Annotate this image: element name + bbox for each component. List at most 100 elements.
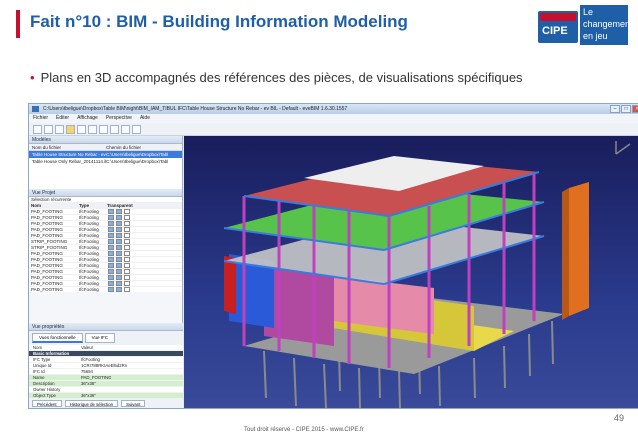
tree-row-type: IfcFooting [79,269,99,274]
visibility-checkbox[interactable] [108,263,114,268]
visibility-checkbox[interactable] [108,287,114,292]
building-model[interactable] [184,136,638,408]
visibility-checkbox[interactable] [124,281,130,286]
prop-value: 36"x36" [81,393,96,398]
visibility-checkbox[interactable] [116,239,122,244]
files-header-row: Nom du fichier Chemin du fichier [29,144,182,151]
tree-row-name: PAD_FOOTING [31,263,63,268]
visibility-checkbox[interactable] [124,227,130,232]
visibility-checkbox[interactable] [124,239,130,244]
measure-icon[interactable] [121,124,130,134]
visibility-checkbox[interactable] [108,251,114,256]
orange-core-side [562,188,569,320]
visibility-checkbox[interactable] [124,269,130,274]
orange-core [569,182,589,316]
minimize-button[interactable]: – [610,105,620,113]
visibility-checkbox[interactable] [124,257,130,262]
visibility-checkbox[interactable] [116,233,122,238]
visibility-checkbox[interactable] [108,215,114,220]
tree-row-name: PAD_FOOTING [31,251,63,256]
select-icon[interactable] [66,124,75,134]
files-column-header[interactable]: Nom du fichier [32,144,106,150]
files-list: Nom du fichier Chemin du fichier Table Hou… [29,144,182,189]
visibility-checkbox[interactable] [108,209,114,214]
props-footer-button[interactable]: Précédent [32,400,62,407]
visibility-checkbox[interactable] [116,275,122,280]
tree-row-type: IfcFooting [79,215,99,220]
menu-item[interactable]: Affichage [77,114,98,123]
menu-item[interactable]: Éditer [56,114,69,123]
tree-row-type: IfcFooting [79,227,99,232]
section-icon[interactable] [110,124,119,134]
visibility-checkbox[interactable] [124,233,130,238]
visibility-checkbox[interactable] [116,257,122,262]
visibility-checkbox[interactable] [124,263,130,268]
visibility-checkbox[interactable] [108,227,114,232]
open-icon[interactable] [33,124,42,134]
tree-row[interactable]: PAD_FOOTING IfcFooting [29,287,182,292]
file-row[interactable]: Table House Only Rebar_20141114.ifc C:\Us… [29,158,182,165]
fit-icon[interactable] [99,124,108,134]
visibility-checkbox[interactable] [116,221,122,226]
prop-value: PAD_FOOTING [81,375,112,380]
evebim-window: C:\Users\tbeligue\Dropbox\Table BIM\nigh… [28,103,638,409]
bullet-text: Plans en 3D accompagnés des références d… [40,70,523,85]
tree-column-header[interactable]: Nom [31,203,79,208]
file-row[interactable]: Table House Structure No Rebar - ev BIL … [29,151,182,158]
props-tab[interactable]: Vues fonctionnelle [32,333,83,343]
visibility-checkbox[interactable] [116,263,122,268]
slide-footer: Tout droit réservé - CIPE 2015 - www.CIP… [244,427,364,433]
axis-gizmo-icon[interactable] [615,141,631,155]
visibility-checkbox[interactable] [108,275,114,280]
maximize-button[interactable]: □ [621,105,631,113]
menu-item[interactable]: Perspective [106,114,132,123]
files-column-header[interactable]: Chemin du fichier [106,144,141,150]
visibility-checkbox[interactable] [108,221,114,226]
visibility-checkbox[interactable] [116,281,122,286]
rotate-icon[interactable] [55,124,64,134]
camera-icon[interactable] [132,124,141,134]
close-button[interactable]: × [632,105,638,113]
props-footer-button[interactable]: Historique de sélection [64,400,119,407]
tree-row-name: PAD_FOOTING [31,221,63,226]
bullet-dot-icon: • [30,70,35,85]
visibility-checkbox[interactable] [116,269,122,274]
zoom-icon[interactable] [88,124,97,134]
visibility-checkbox[interactable] [124,275,130,280]
props-panel-header: Vue propriétés [29,323,183,331]
save-icon[interactable] [44,124,53,134]
props-tab[interactable]: Vue IFC [84,333,115,343]
tree-row-type: IfcFooting [79,251,99,256]
visibility-checkbox[interactable] [124,245,130,250]
visibility-checkbox[interactable] [108,281,114,286]
props-column-header[interactable]: Nom [29,345,81,350]
visibility-checkbox[interactable] [108,257,114,262]
tree-column-header[interactable]: Type [79,203,107,208]
visibility-checkbox[interactable] [124,209,130,214]
pan-icon[interactable] [77,124,86,134]
menu-item[interactable]: Aide [140,114,150,123]
visibility-checkbox[interactable] [116,215,122,220]
menu-item[interactable]: Fichier [33,114,48,123]
props-footer-button[interactable]: Suivant [121,400,146,407]
visibility-checkbox[interactable] [116,245,122,250]
tree-column-header[interactable]: Transparent [107,203,133,208]
visibility-checkbox[interactable] [124,251,130,256]
visibility-checkbox[interactable] [116,209,122,214]
visibility-checkbox[interactable] [108,269,114,274]
props-column-header[interactable]: Valeur [81,345,93,350]
visibility-checkbox[interactable] [108,239,114,244]
visibility-checkbox[interactable] [124,215,130,220]
visibility-checkbox[interactable] [116,287,122,292]
visibility-checkbox[interactable] [124,221,130,226]
logo-tagline-1: Le [583,7,594,17]
logo-tagline-2: changement [583,19,633,29]
visibility-checkbox[interactable] [108,245,114,250]
visibility-checkbox[interactable] [124,287,130,292]
window-title: C:\Users\tbeligue\Dropbox\Table BIM\nigh… [43,106,348,112]
visibility-checkbox[interactable] [116,251,122,256]
visibility-checkbox[interactable] [116,227,122,232]
3d-viewport[interactable] [184,136,638,408]
tree-row-name: STRIP_FOOTING [31,245,68,250]
visibility-checkbox[interactable] [108,233,114,238]
